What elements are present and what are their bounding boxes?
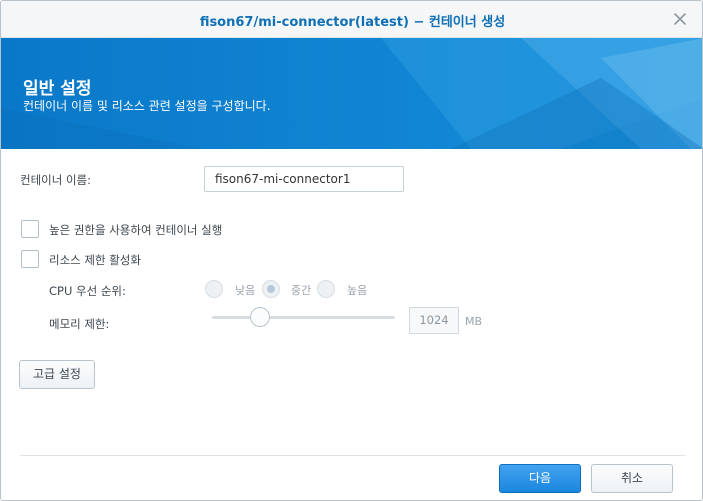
memory-limit-label: 메모리 제한: — [49, 317, 110, 331]
memory-unit-label: MB — [465, 315, 483, 328]
resource-limit-label: 리소스 제한 활성화 — [49, 253, 141, 267]
cpu-radio-medium[interactable] — [262, 280, 280, 298]
cpu-radio-high[interactable] — [317, 280, 335, 298]
advanced-settings-button[interactable]: 고급 설정 — [19, 360, 95, 389]
create-container-dialog: fison67/mi-connector(latest) − 컨테이너 생성 일… — [0, 0, 703, 501]
memory-limit-input[interactable]: 1024 — [409, 307, 459, 334]
cpu-priority-label: CPU 우선 순위: — [49, 284, 126, 298]
close-icon[interactable] — [673, 12, 687, 26]
container-name-label: 컨테이너 이름: — [20, 173, 92, 187]
privileged-label: 높은 권한을 사용하여 컨테이너 실행 — [49, 223, 223, 237]
window-title: fison67/mi-connector(latest) − 컨테이너 생성 — [199, 15, 506, 30]
header-banner: 일반 설정 컨테이너 이름 및 리소스 관련 설정을 구성합니다. — [1, 38, 702, 149]
cpu-high-label: 높음 — [347, 284, 368, 297]
title-bar: fison67/mi-connector(latest) − 컨테이너 생성 — [1, 1, 702, 38]
cpu-radio-low[interactable] — [205, 280, 223, 298]
cpu-medium-label: 중간 — [291, 284, 312, 297]
banner-subtitle: 컨테이너 이름 및 리소스 관련 설정을 구성합니다. — [23, 99, 271, 113]
cpu-low-label: 낮음 — [235, 284, 256, 297]
form-content: 컨테이너 이름: fison67-mi-connector1 높은 권한을 사용… — [1, 149, 702, 454]
footer-divider — [20, 455, 685, 456]
banner-background — [1, 38, 702, 149]
next-button[interactable]: 다음 — [499, 464, 581, 493]
memory-slider-thumb[interactable] — [250, 307, 270, 327]
cancel-button[interactable]: 취소 — [591, 464, 673, 493]
container-name-input[interactable]: fison67-mi-connector1 — [204, 166, 404, 192]
privileged-checkbox[interactable] — [21, 220, 39, 238]
memory-slider-track[interactable] — [212, 316, 395, 319]
banner-title: 일반 설정 — [23, 79, 92, 99]
resource-limit-checkbox[interactable] — [21, 250, 39, 268]
